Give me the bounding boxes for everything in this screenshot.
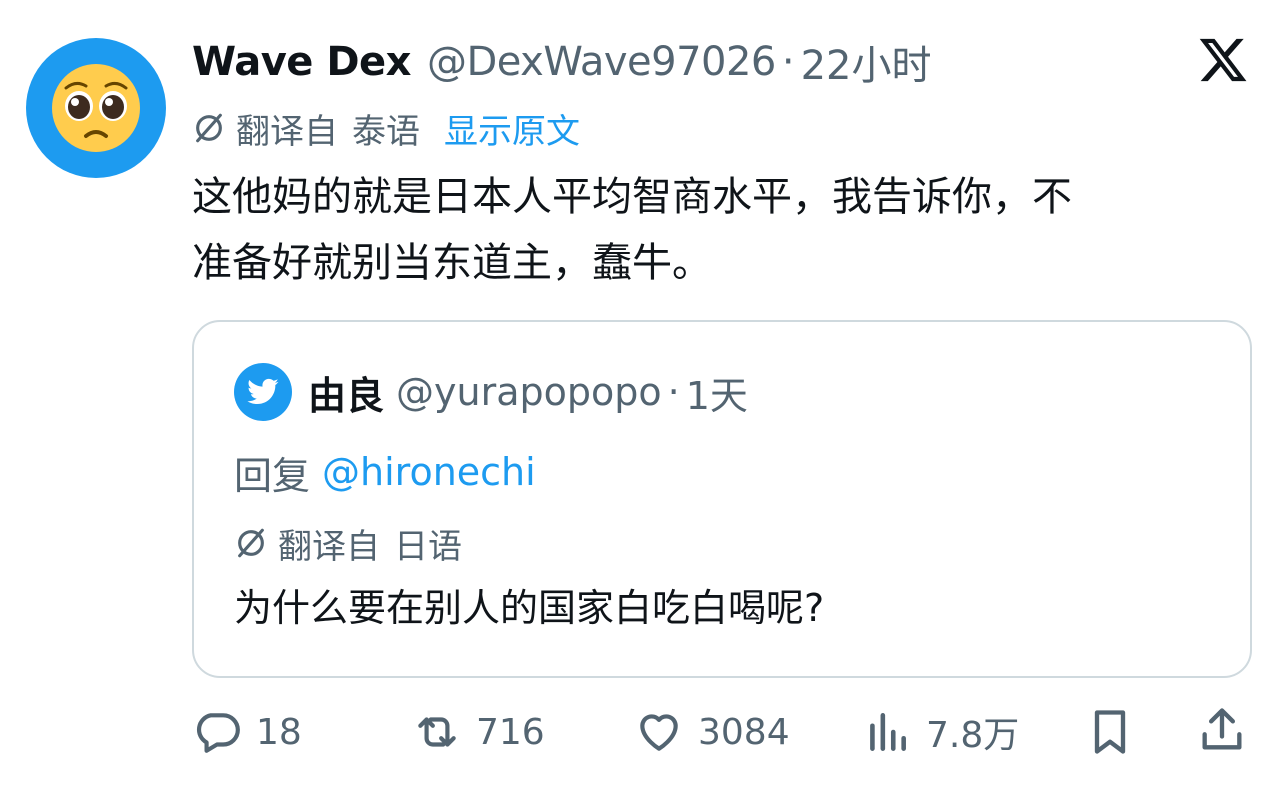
translated-from-label: 翻译自: [236, 111, 338, 152]
source-language: 泰语: [352, 111, 420, 152]
twitter-bird-icon: [247, 378, 279, 405]
avatar[interactable]: [26, 38, 166, 178]
quoted-tweet-text: 为什么要在别人的国家白吃白喝呢?: [234, 586, 825, 630]
like-count: 3084: [698, 711, 790, 753]
like-button[interactable]: 3084: [634, 704, 790, 760]
x-logo-icon[interactable]: [1196, 34, 1250, 86]
tweet-header: Wave Dex @DexWave97026 · 22小时: [192, 34, 932, 90]
author-display-name[interactable]: Wave Dex: [192, 39, 411, 85]
retweet-icon: [418, 717, 456, 747]
share-icon[interactable]: [1196, 702, 1248, 758]
bookmark-icon[interactable]: [1084, 704, 1136, 760]
author-handle[interactable]: @DexWave97026: [427, 39, 776, 85]
reply-button[interactable]: 18: [192, 704, 302, 760]
pleading-face-emoji-icon: [52, 64, 140, 152]
heart-icon: [640, 714, 678, 751]
translate-icon: [196, 113, 222, 143]
reply-icon: [196, 713, 240, 753]
source-language: 日语: [394, 526, 462, 567]
separator-dot: ·: [781, 39, 795, 85]
reply-context: 回复 @hironechi: [234, 444, 536, 500]
quoted-translation-notice: 翻译自 日语: [234, 518, 462, 568]
analytics-icon: [870, 713, 906, 751]
reply-count: 18: [256, 711, 302, 753]
show-original-link[interactable]: 显示原文: [444, 104, 580, 153]
quoted-avatar[interactable]: [234, 363, 292, 421]
tweet-text: 这他妈的就是日本人平均智商水平，我告诉你，不 准备好就别当东道主，蠢牛。: [192, 164, 1252, 296]
quoted-timestamp[interactable]: 1天: [686, 365, 748, 420]
view-count: 7.8万: [926, 715, 1020, 756]
translate-icon: [238, 528, 264, 558]
tweet-timestamp[interactable]: 22小时: [801, 33, 932, 91]
retweet-button[interactable]: 716: [412, 704, 545, 760]
tweet-text-line: 这他妈的就是日本人平均智商水平，我告诉你，不: [192, 174, 1072, 220]
reply-prefix: 回复: [234, 453, 311, 498]
retweet-count: 716: [476, 711, 545, 753]
separator-dot: ·: [667, 370, 680, 414]
quoted-tweet-header: 由良 @yurapopopo · 1天: [234, 362, 748, 422]
tweet-text-line: 准备好就别当东道主，蠢牛。: [192, 240, 712, 286]
quoted-author-handle[interactable]: @yurapopopo: [396, 370, 662, 414]
translation-notice: 翻译自 泰语 显示原文: [192, 102, 580, 154]
translated-from-label: 翻译自: [278, 526, 380, 567]
quoted-author-display-name[interactable]: 由良: [308, 365, 384, 420]
views-button[interactable]: 7.8万: [862, 704, 1019, 760]
reply-mention-link[interactable]: @hironechi: [322, 450, 536, 494]
